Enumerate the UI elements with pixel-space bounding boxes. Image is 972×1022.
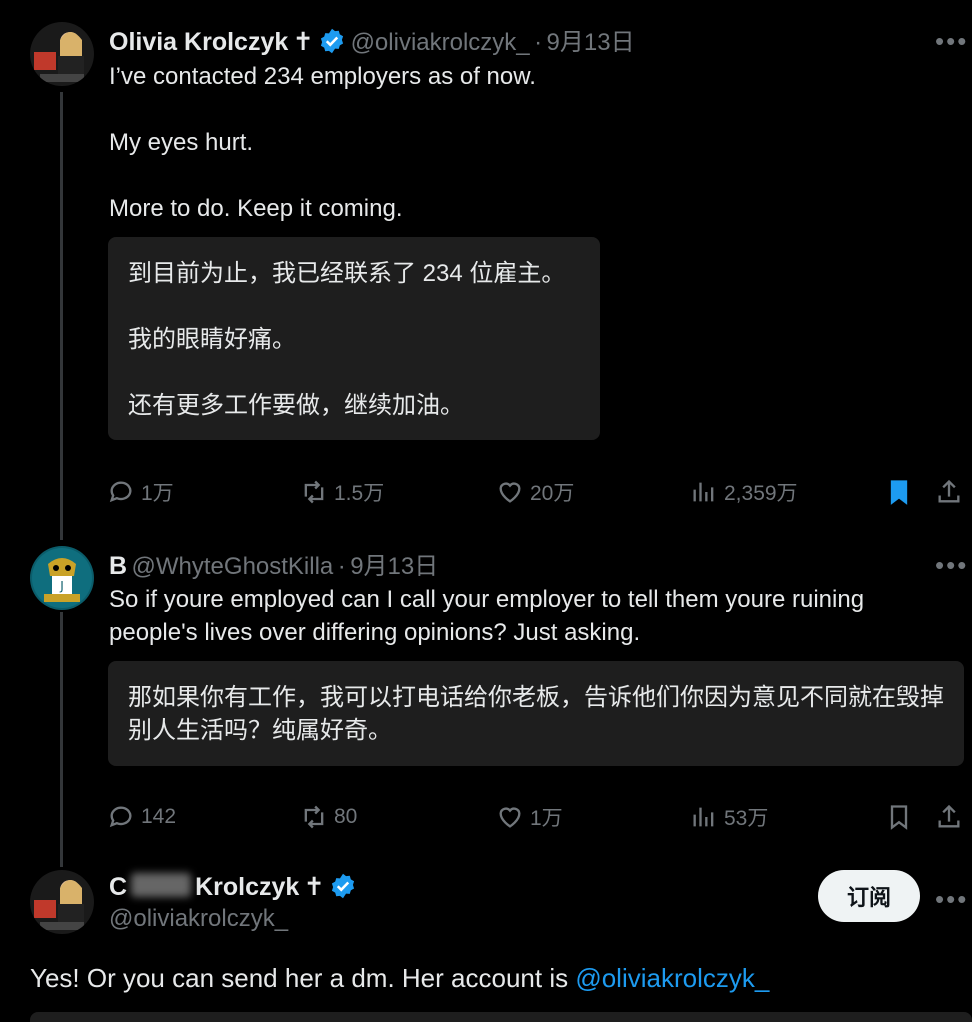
author-handle[interactable]: @WhyteGhostKilla: [132, 553, 334, 580]
author-name-rest[interactable]: Krolczyk: [195, 873, 299, 901]
verified-icon: [332, 873, 355, 899]
author-handle[interactable]: @oliviakrolczyk_: [109, 905, 288, 933]
reply-icon: [109, 806, 132, 828]
like-button[interactable]: 20万: [496, 474, 574, 510]
share-button[interactable]: [935, 474, 963, 510]
views-count: 2,359万: [724, 482, 798, 505]
tweet-text-body: Yes! Or you can send her a dm. Her accou…: [30, 963, 576, 993]
tweet-date[interactable]: 9月13日: [547, 29, 635, 56]
like-button[interactable]: 1万: [496, 799, 563, 835]
author-name[interactable]: B: [109, 552, 127, 580]
bookmark-icon: [890, 805, 908, 830]
avatar[interactable]: [30, 870, 94, 934]
verified-icon: [321, 28, 344, 54]
tweet-header: C Krolczyk ✝: [109, 872, 357, 902]
tweet-text: So if youre employed can I call your emp…: [109, 586, 871, 646]
mention-link[interactable]: @oliviakrolczyk_: [575, 963, 769, 993]
views-icon: [693, 482, 714, 502]
retweet-button[interactable]: 80: [300, 799, 357, 835]
share-icon: [938, 804, 960, 828]
blurred-name: [131, 873, 192, 897]
reply-icon: [109, 481, 132, 503]
tweet-date[interactable]: 9月13日: [350, 553, 438, 580]
retweet-button[interactable]: 1.5万: [300, 474, 384, 510]
like-icon: [499, 807, 521, 828]
cross-glyph: ✝: [303, 873, 325, 901]
more-icon[interactable]: •••: [935, 550, 968, 581]
translation-box: [30, 1012, 972, 1022]
separator-dot: ·: [534, 29, 543, 56]
subscribe-button[interactable]: 订阅: [818, 870, 920, 922]
share-button[interactable]: [935, 799, 963, 835]
author-name[interactable]: Olivia Krolczyk: [109, 28, 288, 56]
views-button[interactable]: 2,359万: [690, 474, 798, 510]
more-icon[interactable]: •••: [935, 884, 968, 915]
like-count: 20万: [530, 482, 575, 505]
translation-box: 到目前为止，我已经联系了 234 位雇主。 我的眼睛好痛。 还有更多工作要做，继…: [108, 237, 600, 440]
action-bar: 142 80 1万 53万: [107, 799, 967, 835]
retweet-count: 80: [334, 805, 358, 828]
avatar[interactable]: J: [30, 546, 94, 610]
more-icon[interactable]: •••: [935, 26, 968, 57]
action-bar: 1万 1.5万 20万 2,359万: [107, 474, 967, 510]
thread-line: [60, 612, 63, 867]
avatar[interactable]: [30, 22, 94, 86]
tweet-header: B @WhyteGhostKilla · 9月13日: [109, 546, 438, 581]
cross-glyph: ✝: [292, 28, 314, 56]
retweet-count: 1.5万: [334, 482, 385, 505]
tweet-header: Olivia Krolczyk ✝ @oliviakrolczyk_ · 9月1…: [109, 22, 635, 57]
separator-dot: ·: [337, 553, 346, 580]
thread-line: [60, 92, 63, 540]
share-icon: [938, 479, 960, 503]
like-count: 1万: [530, 807, 563, 830]
bookmark-icon: [890, 480, 908, 505]
bookmark-button[interactable]: [885, 799, 913, 835]
translation-box: 那如果你有工作，我可以打电话给你老板，告诉他们你因为意见不同就在毁掉别人生活吗？…: [108, 661, 964, 766]
author-name-initial[interactable]: C: [109, 873, 127, 901]
reply-count: 142: [141, 805, 177, 828]
tweet-text: I’ve contacted 234 employers as of now. …: [109, 63, 536, 222]
like-icon: [499, 482, 521, 503]
views-button[interactable]: 53万: [690, 799, 768, 835]
retweet-icon: [304, 805, 324, 829]
author-handle[interactable]: @oliviakrolczyk_: [351, 29, 530, 56]
retweet-icon: [304, 480, 324, 504]
bookmark-button[interactable]: [885, 474, 913, 510]
tweet-text: Yes! Or you can send her a dm. Her accou…: [30, 961, 769, 995]
reply-button[interactable]: 142: [107, 799, 176, 835]
reply-button[interactable]: 1万: [107, 474, 174, 510]
reply-count: 1万: [141, 482, 174, 505]
views-count: 53万: [724, 807, 769, 830]
svg-text:J: J: [59, 579, 64, 593]
views-icon: [693, 807, 714, 827]
